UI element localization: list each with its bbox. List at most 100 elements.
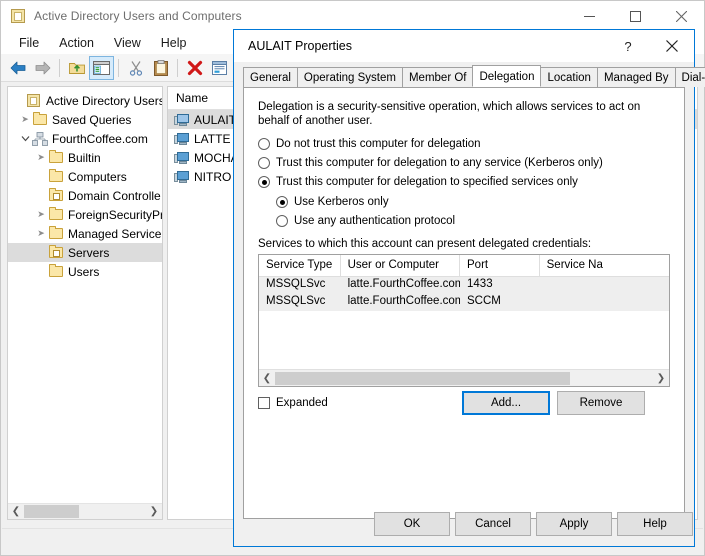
table-row[interactable]: MSSQLSvc latte.FourthCoffee.com 1433 <box>259 277 669 294</box>
scroll-left-icon[interactable]: ❮ <box>259 371 275 386</box>
up-one-level-icon[interactable] <box>64 56 89 80</box>
ok-button[interactable]: OK <box>374 512 450 536</box>
expander-collapsed-icon[interactable]: ➤ <box>34 210 48 219</box>
delete-icon[interactable] <box>182 56 207 80</box>
scroll-thumb[interactable] <box>24 505 79 518</box>
show-hide-tree-icon[interactable] <box>89 55 114 80</box>
expander-collapsed-icon[interactable]: ➤ <box>18 115 32 124</box>
list-item-label: LATTE <box>194 131 231 146</box>
radio-indicator <box>258 138 270 150</box>
help-icon[interactable]: ? <box>606 30 650 62</box>
services-table[interactable]: Service Type User or Computer Port Servi… <box>258 254 670 387</box>
cut-icon[interactable] <box>123 56 148 80</box>
column-header-service-type[interactable]: Service Type <box>259 255 341 276</box>
tree-item-computers[interactable]: Computers <box>8 167 162 186</box>
radio-indicator <box>276 215 288 227</box>
ou-icon <box>48 187 64 203</box>
computer-icon <box>174 170 191 184</box>
close-icon[interactable] <box>650 30 694 62</box>
radio-use-kerberos-only[interactable]: Use Kerberos only <box>276 196 389 208</box>
expander-expanded-icon[interactable] <box>18 134 32 143</box>
scroll-track[interactable] <box>275 370 653 386</box>
ou-icon <box>48 244 64 260</box>
tree-item-managed-service-accounts[interactable]: ➤ Managed Service <box>8 224 162 243</box>
menu-view[interactable]: View <box>104 33 151 53</box>
radio-label: Use Kerberos only <box>294 196 389 208</box>
cell-service-type: MSSQLSvc <box>266 295 326 307</box>
maximize-icon[interactable] <box>612 1 658 31</box>
scroll-right-icon[interactable]: ❯ <box>146 504 162 519</box>
scroll-right-icon[interactable]: ❯ <box>653 371 669 386</box>
tree-item-label: Active Directory Users an <box>46 93 162 108</box>
dialog-footer: OK Cancel Apply Help <box>234 502 694 546</box>
radio-specified-services[interactable]: Trust this computer for delegation to sp… <box>258 176 578 188</box>
scroll-thumb[interactable] <box>275 371 570 385</box>
list-item-label: NITRO <box>194 169 232 184</box>
delegation-tab-page: Delegation is a security-sensitive opera… <box>243 87 685 519</box>
column-header-user-or-computer[interactable]: User or Computer <box>341 255 461 276</box>
cell-user-or-computer: latte.FourthCoffee.com <box>347 278 461 290</box>
expander-collapsed-icon[interactable]: ➤ <box>34 229 48 238</box>
tab-general[interactable]: General <box>243 67 298 87</box>
minimize-icon[interactable] <box>566 1 612 31</box>
tab-operating-system[interactable]: Operating System <box>296 67 403 87</box>
tree-item-fourthcoffee[interactable]: FourthCoffee.com <box>8 129 162 148</box>
folder-icon <box>48 206 64 222</box>
console-icon <box>10 8 26 24</box>
expander-collapsed-icon[interactable]: ➤ <box>34 153 48 162</box>
tab-location[interactable]: Location <box>540 67 598 87</box>
menu-file[interactable]: File <box>9 33 49 53</box>
tree-item-root[interactable]: Active Directory Users an <box>8 91 162 110</box>
window-controls <box>566 1 704 31</box>
remove-button[interactable]: Remove <box>557 391 645 415</box>
radio-no-delegation[interactable]: Do not trust this computer for delegatio… <box>258 138 481 150</box>
tab-delegation[interactable]: Delegation <box>472 65 542 87</box>
dialog-title-buttons: ? <box>606 30 694 62</box>
paste-icon[interactable] <box>148 56 173 80</box>
dialog-title: AULAIT Properties <box>248 39 352 53</box>
cancel-button[interactable]: Cancel <box>455 512 531 536</box>
tab-dial-in[interactable]: Dial-in <box>674 67 705 87</box>
computer-icon <box>174 132 191 146</box>
tree-item-label: Managed Service <box>68 226 162 241</box>
checkbox-label: Expanded <box>276 397 328 409</box>
tree-item-saved-queries[interactable]: ➤ Saved Queries <box>8 110 162 129</box>
tree-item-users[interactable]: Users <box>8 262 162 281</box>
radio-use-any-auth-protocol[interactable]: Use any authentication protocol <box>276 215 455 227</box>
scroll-left-icon[interactable]: ❮ <box>8 504 24 519</box>
tree-item-label: Builtin <box>68 150 101 165</box>
back-icon[interactable] <box>5 56 30 80</box>
tree-item-domain-controllers[interactable]: Domain Controlle <box>8 186 162 205</box>
tab-member-of[interactable]: Member Of <box>401 67 474 87</box>
close-icon[interactable] <box>658 1 704 31</box>
column-header-port[interactable]: Port <box>460 255 540 276</box>
radio-label: Do not trust this computer for delegatio… <box>276 138 481 150</box>
help-button[interactable]: Help <box>617 512 693 536</box>
tree-item-servers[interactable]: Servers <box>8 243 162 262</box>
cell-port: SCCM <box>467 295 501 307</box>
radio-label: Use any authentication protocol <box>294 215 456 227</box>
computer-icon <box>174 151 191 165</box>
tree-item-foreignsecurityprincipals[interactable]: ➤ ForeignSecurityPr <box>8 205 162 224</box>
table-horizontal-scrollbar[interactable]: ❮ ❯ <box>259 369 669 386</box>
main-title-bar: Active Directory Users and Computers <box>1 1 704 31</box>
table-row[interactable]: MSSQLSvc latte.FourthCoffee.com SCCM <box>259 294 669 311</box>
radio-indicator <box>258 157 270 169</box>
tree-item-label: Domain Controlle <box>68 188 161 203</box>
menu-help[interactable]: Help <box>151 33 197 53</box>
add-button[interactable]: Add... <box>462 391 550 415</box>
tree-horizontal-scrollbar[interactable]: ❮ ❯ <box>8 503 162 519</box>
apply-button[interactable]: Apply <box>536 512 612 536</box>
scroll-track[interactable] <box>24 504 146 519</box>
column-header-name: Name <box>176 91 209 105</box>
expanded-checkbox[interactable]: Expanded <box>258 397 328 409</box>
properties-icon[interactable] <box>207 56 232 80</box>
tab-managed-by[interactable]: Managed By <box>596 67 676 87</box>
menu-action[interactable]: Action <box>49 33 104 53</box>
forward-icon[interactable] <box>30 56 55 80</box>
cell-user-or-computer: latte.FourthCoffee.com <box>347 295 461 307</box>
tree-item-builtin[interactable]: ➤ Builtin <box>8 148 162 167</box>
radio-any-service[interactable]: Trust this computer for delegation to an… <box>258 157 603 169</box>
console-root-icon <box>26 93 42 108</box>
column-header-service-name[interactable]: Service Na <box>540 255 669 276</box>
